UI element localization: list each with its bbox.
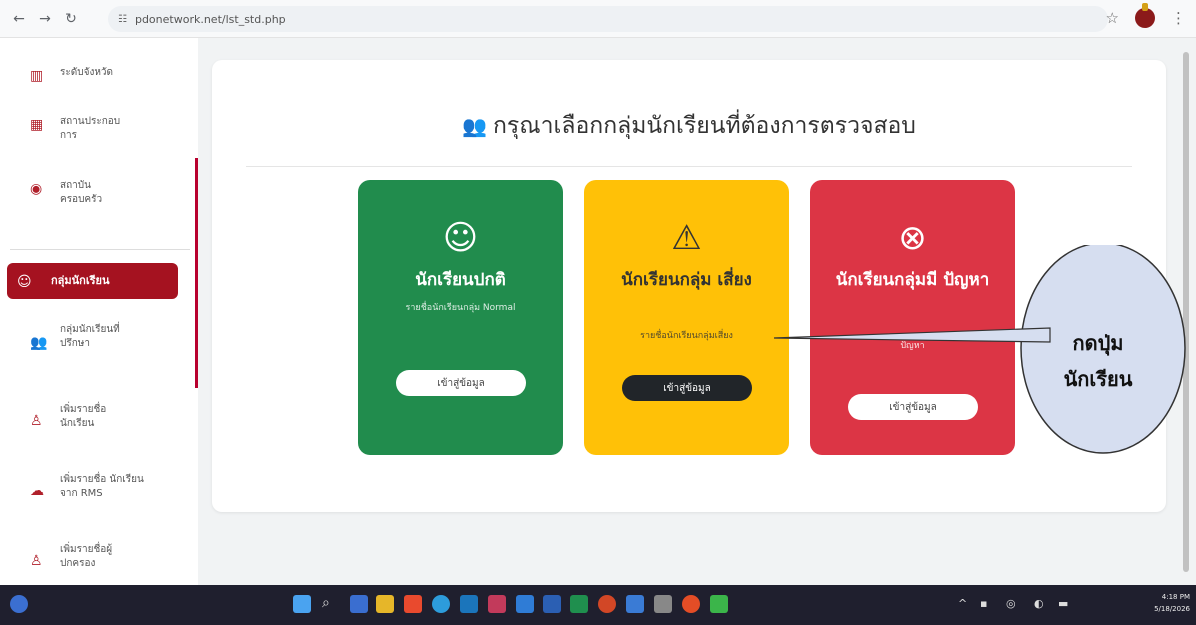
file-explorer-icon[interactable] [376,595,394,613]
smile-icon: ☺ [17,274,32,290]
title-divider [246,166,1132,167]
users-icon: 👥 [462,114,487,138]
sidebar-item-business[interactable]: ▦ สถานประกอบ การ [0,115,190,143]
sidebar-item-add-parent[interactable]: ♙ เพิ่มรายชื่อผู้ ปกครอง [0,543,190,571]
address-bar[interactable]: ☷ pdonetwork.net/lst_std.php [108,6,1108,32]
reload-icon[interactable]: ↻ [60,8,82,30]
card-normal-students[interactable]: ☺ นักเรียนปกติ รายชื่อนักเรียนกลุ่ม Norm… [358,180,563,455]
chrome-icon[interactable] [682,595,700,613]
user-plus-icon: ♙ [30,553,43,569]
sidebar-item-family[interactable]: ◉ สถาบัน ครอบครัว [0,179,190,207]
card-risk-students[interactable]: ⚠ นักเรียนกลุ่ม เสี่ยง รายชื่อนักเรียนกล… [584,180,789,455]
weather-icon[interactable] [10,595,28,613]
building-icon: ▦ [30,117,44,133]
bookmark-star-icon[interactable]: ☆ [1106,9,1119,27]
warning-icon: ⚠ [671,218,702,258]
card-problem-students[interactable]: ⊗ นักเรียนกลุ่มมี ปัญหา ปัญหา เข้าสู่ข้อ… [810,180,1015,455]
forward-icon[interactable]: → [34,8,56,30]
cloud-upload-icon: ☁ [30,483,44,499]
sidebar-item-advisor-groups[interactable]: 👥 กลุ่มนักเรียนที่ ปรึกษา [0,323,190,351]
browser-toolbar: ← → ↻ ☷ pdonetwork.net/lst_std.php ☆ ⋮ [0,0,1196,38]
tray-network-icon[interactable]: ◎ [1006,597,1016,610]
user-plus-icon: ♙ [30,413,43,429]
callout-text: กดปุ่ม นักเรียน [1063,331,1133,391]
tray-chevron-icon[interactable]: ^ [958,597,967,610]
app-icon[interactable] [598,595,616,613]
chart-icon: ▥ [30,68,44,84]
app-icon[interactable] [488,595,506,613]
close-circle-icon: ⊗ [898,218,927,258]
tray-battery-icon[interactable]: ▬ [1058,597,1068,610]
app-icon[interactable] [516,595,534,613]
users-icon: 👥 [30,335,48,351]
photos-icon[interactable] [654,595,672,613]
start-icon[interactable] [293,595,311,613]
problem-enter-button[interactable]: เข้าสู่ข้อมูล [848,394,978,420]
smile-icon: ☺ [442,218,479,258]
url-text: pdonetwork.net/lst_std.php [134,12,286,26]
sidebar-item-add-student-rms[interactable]: ☁ เพิ่มรายชื่อ นักเรียนจาก RMS [0,473,190,501]
clock[interactable]: 4:18 PM 5/18/2026 [1150,591,1190,615]
normal-enter-button[interactable]: เข้าสู่ข้อมูล [396,370,526,396]
sidebar: ▥ ระดับจังหวัด ▦ สถานประกอบ การ ◉ สถาบัน… [0,38,198,585]
back-icon[interactable]: ← [8,8,30,30]
word-icon[interactable] [543,595,561,613]
page-title: 👥 กรุณาเลือกกลุ่มนักเรียนที่ต้องการตรวจสอ… [462,113,916,139]
store-icon[interactable] [460,595,478,613]
line-icon[interactable] [710,595,728,613]
taskbar: ⌕ ^ ▪ ◎ ◐ ▬ 4:18 PM 5/18/2026 [0,585,1196,625]
menu-kebab-icon[interactable]: ⋮ [1171,9,1186,27]
home-icon: ◉ [30,181,43,197]
search-icon[interactable]: ⌕ [322,595,340,613]
callout-pointer [773,327,1051,343]
app-icon[interactable] [626,595,644,613]
tray-app-icon[interactable]: ▪ [980,597,987,610]
sidebar-item-province[interactable]: ▥ ระดับจังหวัด [0,66,190,84]
app-icon[interactable] [404,595,422,613]
site-info-icon[interactable]: ☷ [118,14,127,25]
excel-icon[interactable] [570,595,588,613]
tray-volume-icon[interactable]: ◐ [1034,597,1044,610]
edge-icon[interactable] [432,595,450,613]
sidebar-scrollbar[interactable] [195,158,198,388]
taskview-icon[interactable] [350,595,368,613]
sidebar-item-student-groups[interactable]: ☺ กลุ่มนักเรียน [7,263,178,299]
sidebar-item-add-student[interactable]: ♙ เพิ่มรายชื่อ นักเรียน [0,403,190,431]
risk-enter-button[interactable]: เข้าสู่ข้อมูล [622,375,752,401]
sidebar-divider [10,249,190,250]
profile-avatar[interactable] [1135,3,1155,28]
